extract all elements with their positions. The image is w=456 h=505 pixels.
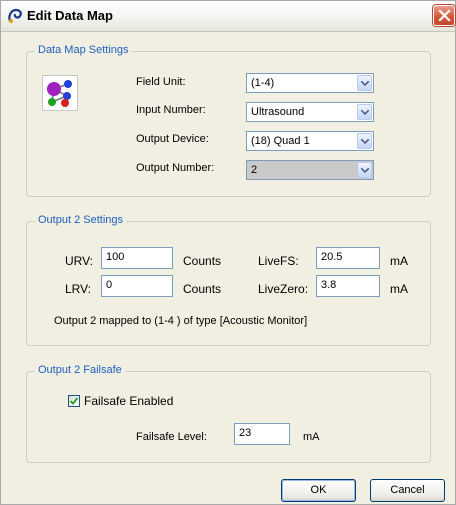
- live-fs-label: LiveFS:: [258, 254, 299, 268]
- urv-value: 100: [106, 251, 125, 263]
- ok-button[interactable]: OK: [281, 479, 356, 502]
- urv-unit: Counts: [183, 254, 222, 268]
- input-number-label: Input Number:: [136, 104, 206, 116]
- edit-data-map-dialog: Edit Data Map Data Map Settings Field Un…: [0, 0, 456, 505]
- field-unit-select[interactable]: (1-4): [246, 73, 374, 93]
- input-number-value: Ultrasound: [251, 106, 305, 118]
- failsafe-level-value: 23: [239, 427, 252, 439]
- live-fs-unit: mA: [390, 254, 408, 268]
- chevron-down-icon[interactable]: [357, 75, 372, 91]
- network-nodes-icon: [42, 75, 78, 111]
- failsafe-level-input[interactable]: 23: [234, 423, 290, 445]
- field-unit-value: (1-4): [251, 77, 275, 89]
- output-number-value: 2: [251, 164, 258, 176]
- live-zero-unit: mA: [390, 282, 408, 296]
- checkmark-icon: [70, 397, 78, 405]
- live-zero-label: LiveZero:: [258, 282, 309, 296]
- output-number-select[interactable]: 2: [246, 160, 374, 180]
- output-device-label: Output Device:: [136, 133, 209, 145]
- output-settings-legend: Output 2 Settings: [35, 214, 126, 226]
- urv-label: URV:: [65, 254, 94, 268]
- failsafe-legend: Output 2 Failsafe: [35, 364, 125, 376]
- window-title: Edit Data Map: [27, 8, 113, 23]
- cancel-button[interactable]: Cancel: [370, 479, 445, 502]
- failsafe-level-unit: mA: [303, 431, 320, 443]
- live-zero-input[interactable]: 3.8: [316, 275, 380, 297]
- output-number-label: Output Number:: [136, 162, 215, 174]
- failsafe-level-label: Failsafe Level:: [136, 431, 207, 443]
- lrv-label: LRV:: [65, 282, 92, 296]
- chevron-down-icon[interactable]: [357, 162, 372, 178]
- mapping-description: Output 2 mapped to (1-4 ) of type [Acous…: [54, 315, 308, 327]
- close-button[interactable]: [433, 5, 455, 26]
- live-zero-value: 3.8: [321, 279, 337, 291]
- failsafe-enabled-label[interactable]: Failsafe Enabled: [84, 394, 173, 408]
- data-map-settings-legend: Data Map Settings: [35, 44, 132, 56]
- data-map-icon: [6, 7, 24, 25]
- failsafe-enabled-checkbox[interactable]: [68, 395, 80, 407]
- lrv-unit: Counts: [183, 282, 222, 296]
- input-number-select[interactable]: Ultrasound: [246, 102, 374, 122]
- failsafe-group: Output 2 Failsafe: [26, 364, 431, 463]
- chevron-down-icon[interactable]: [357, 133, 372, 149]
- output-device-value: (18) Quad 1: [251, 135, 310, 147]
- output-device-select[interactable]: (18) Quad 1: [246, 131, 374, 151]
- live-fs-value: 20.5: [321, 251, 343, 263]
- lrv-input[interactable]: 0: [101, 275, 173, 297]
- urv-input[interactable]: 100: [101, 247, 173, 269]
- lrv-value: 0: [106, 279, 113, 291]
- live-fs-input[interactable]: 20.5: [316, 247, 380, 269]
- close-icon: [438, 9, 451, 22]
- field-unit-label: Field Unit:: [136, 76, 186, 88]
- title-bar[interactable]: Edit Data Map: [1, 1, 455, 32]
- chevron-down-icon[interactable]: [357, 104, 372, 120]
